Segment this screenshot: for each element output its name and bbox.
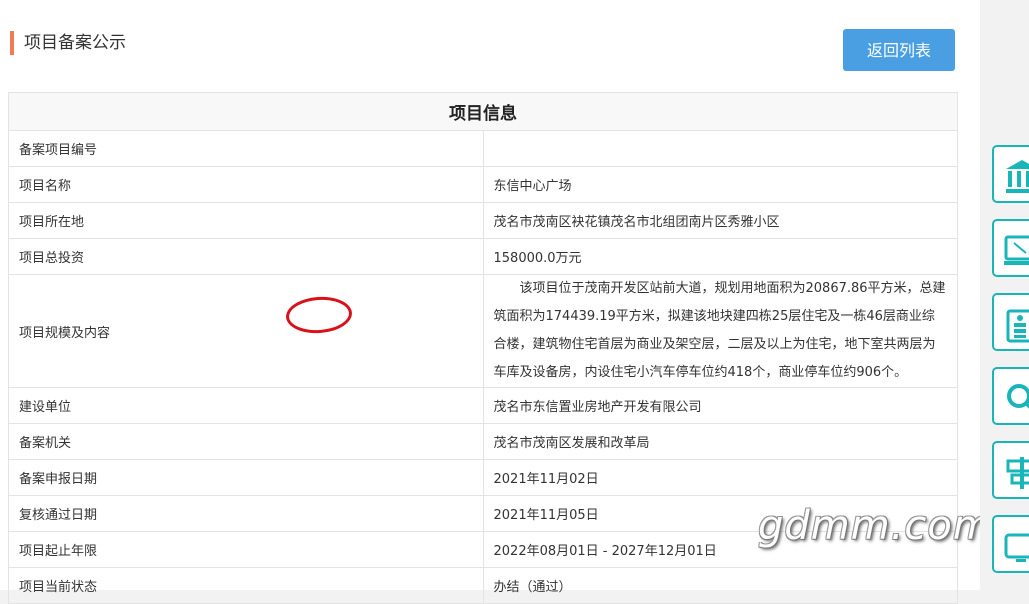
table-row: 备案项目编号 xyxy=(8,130,958,167)
table-heading: 项目信息 xyxy=(8,92,958,131)
row-label: 复核通过日期 xyxy=(8,495,484,532)
side-button-search[interactable] xyxy=(992,367,1029,425)
row-value: 2021年11月02日 xyxy=(482,459,958,496)
table-row: 项目名称 东信中心广场 xyxy=(8,166,958,203)
row-value: 茂名市茂南区发展和改革局 xyxy=(482,423,958,460)
row-value: 办结（通过） xyxy=(482,567,958,604)
row-label: 备案项目编号 xyxy=(8,130,484,167)
row-label: 项目所在地 xyxy=(8,202,484,239)
row-value: 东信中心广场 xyxy=(482,166,958,203)
table-row: 备案申报日期 2021年11月02日 xyxy=(8,459,958,496)
page-title: 项目备案公示 xyxy=(10,31,126,55)
main-content: 项目备案公示 返回列表 项目信息 备案项目编号 项目名称 东信中心广场 项目所在… xyxy=(0,0,992,604)
side-button-signpost[interactable] xyxy=(992,441,1029,499)
row-value: 茂名市东信置业房地产开发有限公司 xyxy=(482,387,958,424)
row-label: 备案机关 xyxy=(8,423,484,460)
side-button-monitor[interactable] xyxy=(992,515,1029,573)
side-button-bank[interactable] xyxy=(992,145,1029,203)
table-row: 备案机关 茂名市茂南区发展和改革局 xyxy=(8,423,958,460)
document-stack-icon xyxy=(1006,309,1029,343)
signpost-icon xyxy=(1006,457,1029,489)
row-value xyxy=(482,130,958,167)
search-icon xyxy=(1007,384,1029,409)
row-label: 备案申报日期 xyxy=(8,459,484,496)
row-label: 项目总投资 xyxy=(8,238,484,275)
table-row: 建设单位 茂名市东信置业房地产开发有限公司 xyxy=(8,387,958,424)
row-label: 项目规模及内容 xyxy=(8,274,484,388)
table-row: 项目当前状态 办结（通过） xyxy=(8,567,958,604)
side-button-computer[interactable] xyxy=(992,219,1029,277)
table-row: 项目规模及内容 该项目位于茂南开发区站前大道，规划用地面积为20867.86平方… xyxy=(8,274,958,388)
table-row: 项目所在地 茂名市茂南区袂花镇茂名市北组团南片区秀雅小区 xyxy=(8,202,958,239)
bank-icon xyxy=(1006,160,1029,193)
row-label: 项目起止年限 xyxy=(8,531,484,568)
table-row: 项目总投资 158000.0万元 xyxy=(8,238,958,275)
monitor-icon xyxy=(1004,533,1029,562)
project-description: 该项目位于茂南开发区站前大道，规划用地面积为20867.86平方米，总建筑面积为… xyxy=(493,281,946,380)
computer-icon xyxy=(1004,235,1029,265)
side-button-documents[interactable] xyxy=(992,293,1029,351)
row-value: 茂名市茂南区袂花镇茂名市北组团南片区秀雅小区 xyxy=(482,202,958,239)
site-watermark: gdmm.com xyxy=(758,503,993,549)
row-label: 项目当前状态 xyxy=(8,567,484,604)
back-to-list-button[interactable]: 返回列表 xyxy=(843,29,955,71)
row-value: 该项目位于茂南开发区站前大道，规划用地面积为20867.86平方米，总建筑面积为… xyxy=(482,274,958,388)
row-value: 158000.0万元 xyxy=(482,238,958,275)
table-heading-row: 项目信息 xyxy=(8,92,958,131)
row-label: 项目名称 xyxy=(8,166,484,203)
row-label: 建设单位 xyxy=(8,387,484,424)
